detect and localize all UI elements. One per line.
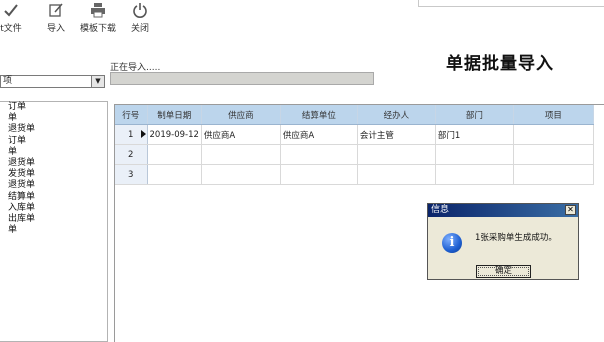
handler-cell[interactable] — [357, 144, 436, 165]
file-label: t文件 — [0, 24, 22, 34]
table-header-row: 行号 制单日期 供应商 结算单位 经办人 部门 项目 — [115, 105, 594, 125]
ok-button[interactable]: 确定 — [476, 265, 531, 278]
supplier-cell[interactable] — [201, 164, 281, 185]
col-header-department[interactable]: 部门 — [435, 105, 514, 125]
close-label: 关闭 — [130, 24, 149, 34]
col-header-row-no[interactable]: 行号 — [115, 105, 148, 125]
department-cell[interactable]: 部门1 — [435, 124, 514, 145]
col-header-project[interactable]: 项目 — [513, 105, 594, 125]
settle-unit-cell[interactable]: 供应商A — [280, 124, 358, 145]
dialog-title-bar[interactable]: 信息 ✕ — [428, 204, 578, 217]
supplier-cell[interactable]: 供应商A — [201, 124, 281, 145]
doc-type-value: 项 — [3, 76, 13, 86]
project-cell[interactable] — [513, 164, 594, 185]
row-number-cell[interactable]: 2 — [115, 144, 148, 165]
list-item[interactable]: 订单 — [0, 136, 107, 147]
list-item[interactable]: 出库单 — [0, 214, 107, 225]
list-item[interactable]: 单 — [0, 113, 107, 124]
date-cell[interactable]: 2019-09-12 — [147, 124, 202, 145]
chevron-down-icon[interactable]: ▼ — [91, 76, 104, 87]
import-button[interactable]: 导入 — [44, 2, 68, 34]
project-cell[interactable] — [513, 144, 594, 165]
table-row[interactable]: 2 — [115, 144, 594, 165]
file-button[interactable]: t文件 — [0, 2, 22, 34]
col-header-handler[interactable]: 经办人 — [357, 105, 436, 125]
row-number-cell[interactable]: 1 — [115, 124, 148, 145]
info-icon: i — [442, 233, 462, 253]
col-header-supplier[interactable]: 供应商 — [201, 105, 281, 125]
list-item[interactable]: 入库单 — [0, 203, 107, 214]
list-item[interactable]: 单 — [0, 225, 107, 236]
template-download-label: 模板下载 — [79, 24, 116, 34]
dialog-message: 1张采购单生成成功。 — [475, 233, 557, 243]
edit-icon — [49, 3, 63, 17]
doc-type-list: 订单 单 退货单 订单 单 退货单 发货单 退货单 结算单 入库单 出库单 单 — [0, 101, 108, 342]
info-dialog: 信息 ✕ i 1张采购单生成成功。 确定 — [427, 203, 579, 280]
doc-type-select[interactable]: 项 ▼ — [0, 75, 105, 88]
import-progress-bar — [110, 72, 374, 85]
printer-icon — [91, 3, 105, 18]
list-item[interactable]: 结算单 — [0, 192, 107, 203]
row-number-cell[interactable]: 3 — [115, 164, 148, 185]
power-icon — [133, 3, 147, 18]
department-cell[interactable] — [435, 144, 514, 165]
handler-cell[interactable] — [357, 164, 436, 185]
project-cell[interactable] — [513, 124, 594, 145]
top-right-panel — [418, 0, 604, 7]
page-title: 单据批量导入 — [446, 54, 554, 74]
toolbar: t文件 导入 模板下载 关闭 — [0, 0, 420, 40]
current-row-icon — [140, 130, 146, 138]
date-cell[interactable] — [147, 164, 202, 185]
close-button[interactable]: 关闭 — [129, 2, 151, 34]
close-icon[interactable]: ✕ — [565, 205, 576, 215]
check-icon — [4, 4, 18, 17]
import-table: 行号 制单日期 供应商 结算单位 经办人 部门 项目 1 2019-09-12 … — [115, 105, 594, 185]
settle-unit-cell[interactable] — [280, 164, 358, 185]
settle-unit-cell[interactable] — [280, 144, 358, 165]
list-item[interactable]: 退货单 — [0, 180, 107, 191]
list-item[interactable]: 退货单 — [0, 158, 107, 169]
template-download-button[interactable]: 模板下载 — [78, 2, 118, 34]
col-header-date[interactable]: 制单日期 — [147, 105, 202, 125]
list-item[interactable]: 发货单 — [0, 169, 107, 180]
date-cell[interactable] — [147, 144, 202, 165]
list-item[interactable]: 退货单 — [0, 124, 107, 135]
list-item[interactable]: 单 — [0, 147, 107, 158]
table-row[interactable]: 3 — [115, 164, 594, 185]
import-label: 导入 — [46, 24, 65, 34]
table-row[interactable]: 1 2019-09-12 供应商A 供应商A 会计主管 部门1 — [115, 124, 594, 145]
handler-cell[interactable]: 会计主管 — [357, 124, 436, 145]
department-cell[interactable] — [435, 164, 514, 185]
row-number: 1 — [128, 129, 134, 140]
supplier-cell[interactable] — [201, 144, 281, 165]
col-header-settle-unit[interactable]: 结算单位 — [280, 105, 358, 125]
dialog-title: 信息 — [431, 205, 450, 215]
list-item[interactable]: 订单 — [0, 102, 107, 113]
